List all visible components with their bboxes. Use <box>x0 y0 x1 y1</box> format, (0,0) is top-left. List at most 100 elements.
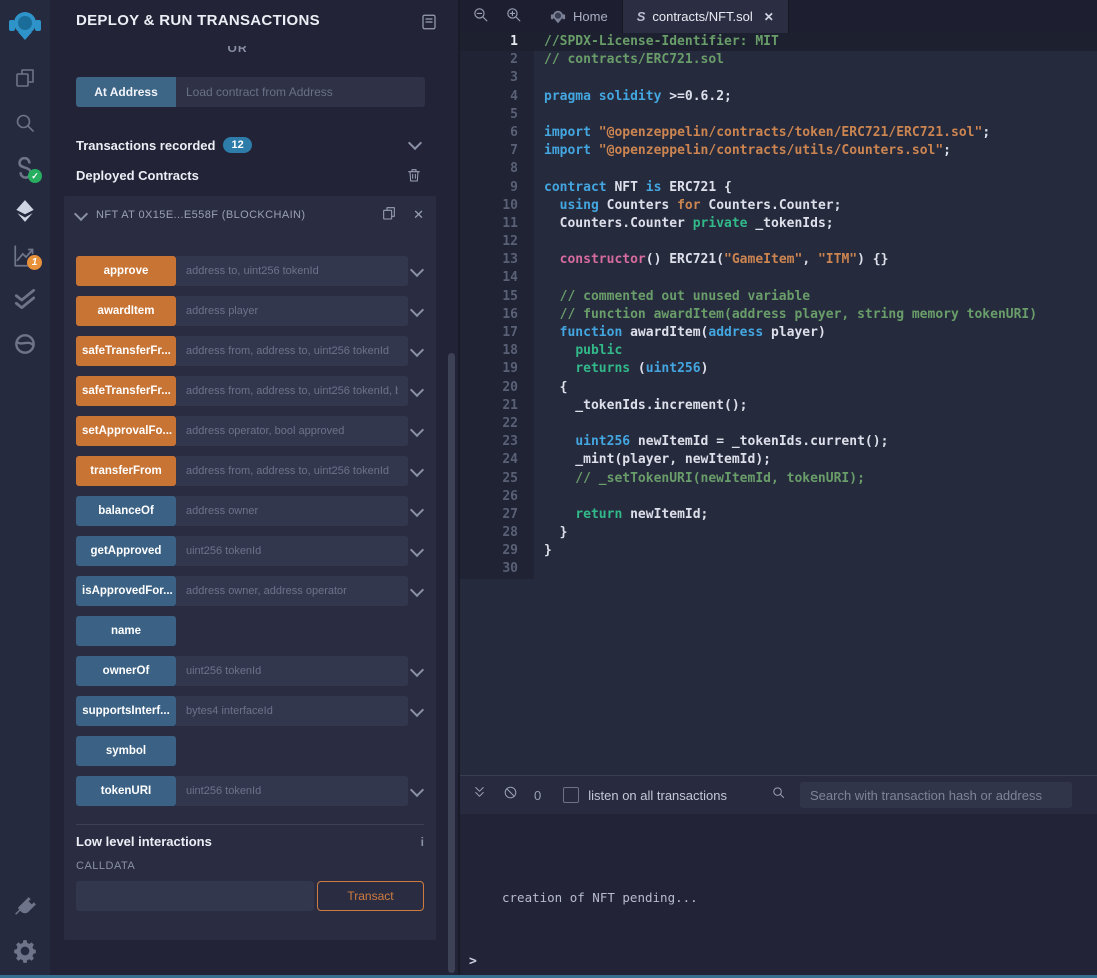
chevron-down-icon[interactable] <box>410 343 424 357</box>
zoom-in-icon[interactable] <box>505 6 522 28</box>
analytics-badge: 1 <box>27 255 42 270</box>
function-args-input[interactable] <box>176 656 408 686</box>
function-args-input[interactable] <box>176 496 408 526</box>
panel-scrollbar[interactable] <box>448 353 455 973</box>
function-button-safetransferfr[interactable]: safeTransferFr... <box>76 336 176 366</box>
line-number: 16 <box>460 306 534 324</box>
function-row: transferFrom <box>76 456 424 486</box>
code-line: 20 { <box>460 379 1097 397</box>
function-button-transferfrom[interactable]: transferFrom <box>76 456 176 486</box>
function-button-safetransferfr[interactable]: safeTransferFr... <box>76 376 176 406</box>
tab-home[interactable]: Home <box>536 0 622 33</box>
line-number: 24 <box>460 451 534 469</box>
function-args-input[interactable] <box>176 776 408 806</box>
function-button-balanceof[interactable]: balanceOf <box>76 496 176 526</box>
line-content: } <box>534 524 567 542</box>
code-editor[interactable]: 1//SPDX-License-Identifier: MIT2// contr… <box>460 33 1097 775</box>
function-button-tokenuri[interactable]: tokenURI <box>76 776 176 806</box>
chevron-down-icon[interactable] <box>410 463 424 477</box>
calldata-label: CALLDATA <box>76 860 424 872</box>
chevron-down-icon[interactable] <box>410 303 424 317</box>
close-icon[interactable]: ✕ <box>413 207 424 223</box>
code-line: 26 <box>460 488 1097 506</box>
solidity-compiler-icon[interactable]: ✓ <box>0 157 50 183</box>
code-line: 24 _mint(player, newItemId); <box>460 451 1097 469</box>
listen-all-checkbox[interactable] <box>563 787 579 803</box>
or-separator: OR <box>50 46 425 55</box>
line-content: import "@openzeppelin/contracts/token/ER… <box>534 124 990 142</box>
remix-logo-icon[interactable] <box>0 8 50 44</box>
function-button-ownerof[interactable]: ownerOf <box>76 656 176 686</box>
at-address-button[interactable]: At Address <box>76 77 176 107</box>
terminal-search-input[interactable] <box>800 782 1072 808</box>
deploy-run-icon[interactable] <box>0 198 50 224</box>
function-args-input[interactable] <box>176 256 408 286</box>
transact-button[interactable]: Transact <box>317 881 424 911</box>
function-button-isapprovedfor[interactable]: isApprovedFor... <box>76 576 176 606</box>
chevron-down-icon[interactable] <box>410 663 424 677</box>
line-content: constructor() ERC721("GameItem", "ITM") … <box>534 251 888 269</box>
chevron-down-icon[interactable] <box>410 383 424 397</box>
function-args-input[interactable] <box>176 456 408 486</box>
chevron-down-icon[interactable] <box>410 543 424 557</box>
chevron-down-icon[interactable] <box>74 206 88 220</box>
line-number: 3 <box>460 69 534 87</box>
line-number: 20 <box>460 379 534 397</box>
clear-console-icon[interactable] <box>503 785 518 805</box>
chevron-down-icon[interactable] <box>410 263 424 277</box>
trash-icon[interactable] <box>406 167 422 188</box>
function-args-input[interactable] <box>176 336 408 366</box>
analytics-icon[interactable]: 1 <box>0 243 50 269</box>
function-button-awarditem[interactable]: awardItem <box>76 296 176 326</box>
function-button-supportsinterf[interactable]: supportsInterf... <box>76 696 176 726</box>
function-list: approve awardItem safeTransferFr... safeTra… <box>76 256 424 806</box>
code-line: 17 function awardItem(address player) <box>460 324 1097 342</box>
function-args-input[interactable] <box>176 576 408 606</box>
code-line: 18 public <box>460 342 1097 360</box>
function-args-input[interactable] <box>176 376 408 406</box>
copy-icon[interactable] <box>381 205 397 226</box>
function-button-approve[interactable]: approve <box>76 256 176 286</box>
line-content <box>534 560 544 578</box>
line-content <box>534 269 544 287</box>
chevron-down-icon[interactable] <box>408 136 422 150</box>
function-args-input[interactable] <box>176 416 408 446</box>
function-button-name[interactable]: name <box>76 616 176 646</box>
tab-nft-sol[interactable]: S contracts/NFT.sol ✕ <box>622 0 789 33</box>
line-content: returns (uint256) <box>534 360 708 378</box>
listen-all-label: listen on all transactions <box>588 788 727 803</box>
settings-gear-icon[interactable] <box>0 938 50 964</box>
chevron-down-icon[interactable] <box>410 423 424 437</box>
close-tab-icon[interactable]: ✕ <box>764 10 774 24</box>
chevron-down-icon[interactable] <box>410 783 424 797</box>
debugger-icon[interactable] <box>0 331 50 357</box>
line-number: 18 <box>460 342 534 360</box>
plugin-manager-icon[interactable] <box>0 895 50 920</box>
chevron-down-icon[interactable] <box>410 583 424 597</box>
function-args-input[interactable] <box>176 536 408 566</box>
function-args-input[interactable] <box>176 296 408 326</box>
unit-testing-icon[interactable] <box>0 286 50 312</box>
terminal-output[interactable]: creation of NFT pending... > <box>460 814 1097 974</box>
solidity-file-icon: S <box>637 9 646 24</box>
documentation-icon[interactable] <box>420 13 438 36</box>
tab-bar: Home S contracts/NFT.sol ✕ <box>460 0 1097 33</box>
transactions-recorded-row[interactable]: Transactions recorded 12 <box>76 135 425 155</box>
search-icon[interactable] <box>0 111 50 135</box>
info-icon[interactable]: i <box>421 835 424 849</box>
at-address-input[interactable] <box>176 77 425 107</box>
zoom-out-icon[interactable] <box>472 6 489 28</box>
pending-tx-count: 0 <box>534 788 541 803</box>
function-button-getapproved[interactable]: getApproved <box>76 536 176 566</box>
contract-header[interactable]: NFT AT 0X15E...E558F (BLOCKCHAIN) ✕ <box>76 198 424 232</box>
chevron-down-icon[interactable] <box>410 503 424 517</box>
calldata-input[interactable] <box>76 881 314 911</box>
function-button-setapprovalfo[interactable]: setApprovalFo... <box>76 416 176 446</box>
function-button-symbol[interactable]: symbol <box>76 736 176 766</box>
function-args-input[interactable] <box>176 696 408 726</box>
line-content: uint256 newItemId = _tokenIds.current(); <box>534 433 888 451</box>
chevron-down-icon[interactable] <box>410 703 424 717</box>
collapse-terminal-icon[interactable] <box>472 785 487 805</box>
function-row: safeTransferFr... <box>76 336 424 366</box>
file-explorer-icon[interactable] <box>0 66 50 90</box>
